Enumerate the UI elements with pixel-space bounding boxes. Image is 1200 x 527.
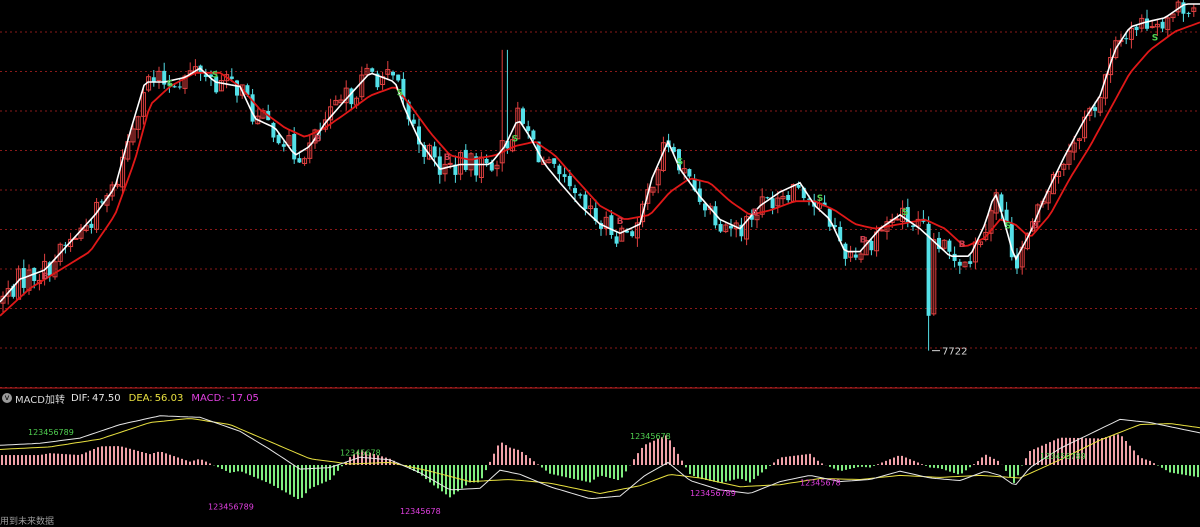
- footer-note: 用到未来数据: [0, 517, 55, 527]
- candle-down: [869, 240, 874, 251]
- sell-marker: B: [444, 153, 451, 163]
- buy-marker: S: [512, 135, 518, 145]
- dif-label: DIF:: [70, 392, 90, 404]
- dif-value: 47.50: [91, 392, 121, 404]
- candle-down: [557, 165, 562, 175]
- candle-down: [297, 158, 302, 163]
- candle-down: [396, 74, 401, 81]
- candle-down: [957, 261, 962, 266]
- candle-down: [276, 134, 281, 144]
- dea-line: [0, 418, 1200, 495]
- chevron-down-icon[interactable]: v: [2, 393, 12, 403]
- macd-label: MACD:: [191, 392, 225, 404]
- dea-value: 56.03: [154, 392, 184, 404]
- low-price-label: 7722: [942, 347, 967, 358]
- count-label: 12345678: [400, 507, 441, 516]
- buy-marker: S: [817, 194, 823, 204]
- candle-down: [1093, 107, 1097, 111]
- stock-chart: 7722 B S S B S B S B S B S B S B S B S 123456789 123456789 1…: [0, 0, 1200, 516]
- candle-down: [391, 71, 395, 76]
- count-label: 12345678: [630, 432, 671, 441]
- sell-marker: B: [1032, 222, 1039, 232]
- sell-marker: B: [42, 272, 49, 282]
- candle-down: [578, 194, 583, 196]
- candle-down: [853, 254, 858, 258]
- candle-down: [614, 236, 619, 244]
- candle-down: [432, 146, 437, 158]
- count-label: 123456789: [208, 503, 254, 512]
- sell-marker: B: [959, 240, 966, 250]
- candle-down: [292, 133, 297, 160]
- candle-down: [968, 261, 973, 264]
- buy-marker: S: [397, 89, 403, 99]
- candle-down: [531, 130, 536, 140]
- candle-down: [484, 158, 489, 164]
- candle-down: [729, 225, 733, 229]
- candle-down: [567, 176, 572, 187]
- candle-down: [947, 240, 952, 252]
- candle-down: [630, 231, 635, 237]
- ma-slow-line: [0, 21, 1200, 317]
- buy-marker: S: [212, 70, 218, 80]
- candle-up: [1149, 26, 1155, 29]
- candle-down: [718, 224, 723, 232]
- indicator-name[interactable]: MACD加转: [15, 391, 65, 406]
- candle-down: [1145, 18, 1149, 29]
- candle-up: [447, 162, 453, 165]
- buy-marker: S: [902, 208, 908, 218]
- dif-line: [0, 415, 1200, 500]
- macd-header: v MACD加转 DIF: 47.50 DEA: 56.03 MACD: -17…: [2, 391, 267, 406]
- candle-down: [952, 253, 957, 261]
- candle-down: [786, 195, 791, 201]
- count-label: 123456789: [28, 428, 74, 437]
- candle-down: [411, 119, 416, 124]
- candle-down: [609, 215, 614, 236]
- buy-marker: S: [1005, 222, 1011, 232]
- candle-down: [765, 197, 770, 199]
- candle-down: [687, 169, 692, 177]
- buy-marker: S: [677, 157, 683, 167]
- macd-value: -17.05: [226, 392, 259, 404]
- candle-down: [573, 188, 577, 194]
- sell-marker: B: [752, 208, 759, 218]
- candle-down: [370, 68, 375, 72]
- buy-marker: S: [167, 80, 173, 90]
- count-label: 123456789: [690, 489, 736, 498]
- candle-down: [583, 194, 588, 210]
- candle-down: [1160, 21, 1165, 29]
- candle-up: [894, 218, 900, 221]
- candle-down: [521, 108, 525, 124]
- dea-label: DEA:: [128, 392, 153, 404]
- candle-down: [796, 184, 801, 188]
- sell-marker: B: [315, 135, 322, 145]
- count-label: 12345678: [340, 449, 381, 458]
- count-label: 123456789: [1040, 452, 1086, 461]
- candle-down: [526, 126, 531, 131]
- candle-down: [770, 198, 775, 209]
- candle-down: [1134, 26, 1139, 31]
- candle-down: [271, 122, 276, 138]
- candle-down: [229, 76, 234, 79]
- sell-marker: B: [860, 235, 867, 245]
- count-label: 12345678: [800, 479, 841, 488]
- buy-marker: S: [1152, 34, 1158, 44]
- candle-down: [552, 158, 557, 164]
- candle-down: [89, 223, 94, 228]
- candle-down: [562, 174, 567, 177]
- candle-down: [1124, 38, 1129, 40]
- candle-down: [281, 144, 286, 147]
- sell-marker: B: [617, 217, 624, 227]
- candle-down: [177, 86, 182, 88]
- candle-up: [879, 229, 885, 232]
- candle-down: [1186, 12, 1191, 14]
